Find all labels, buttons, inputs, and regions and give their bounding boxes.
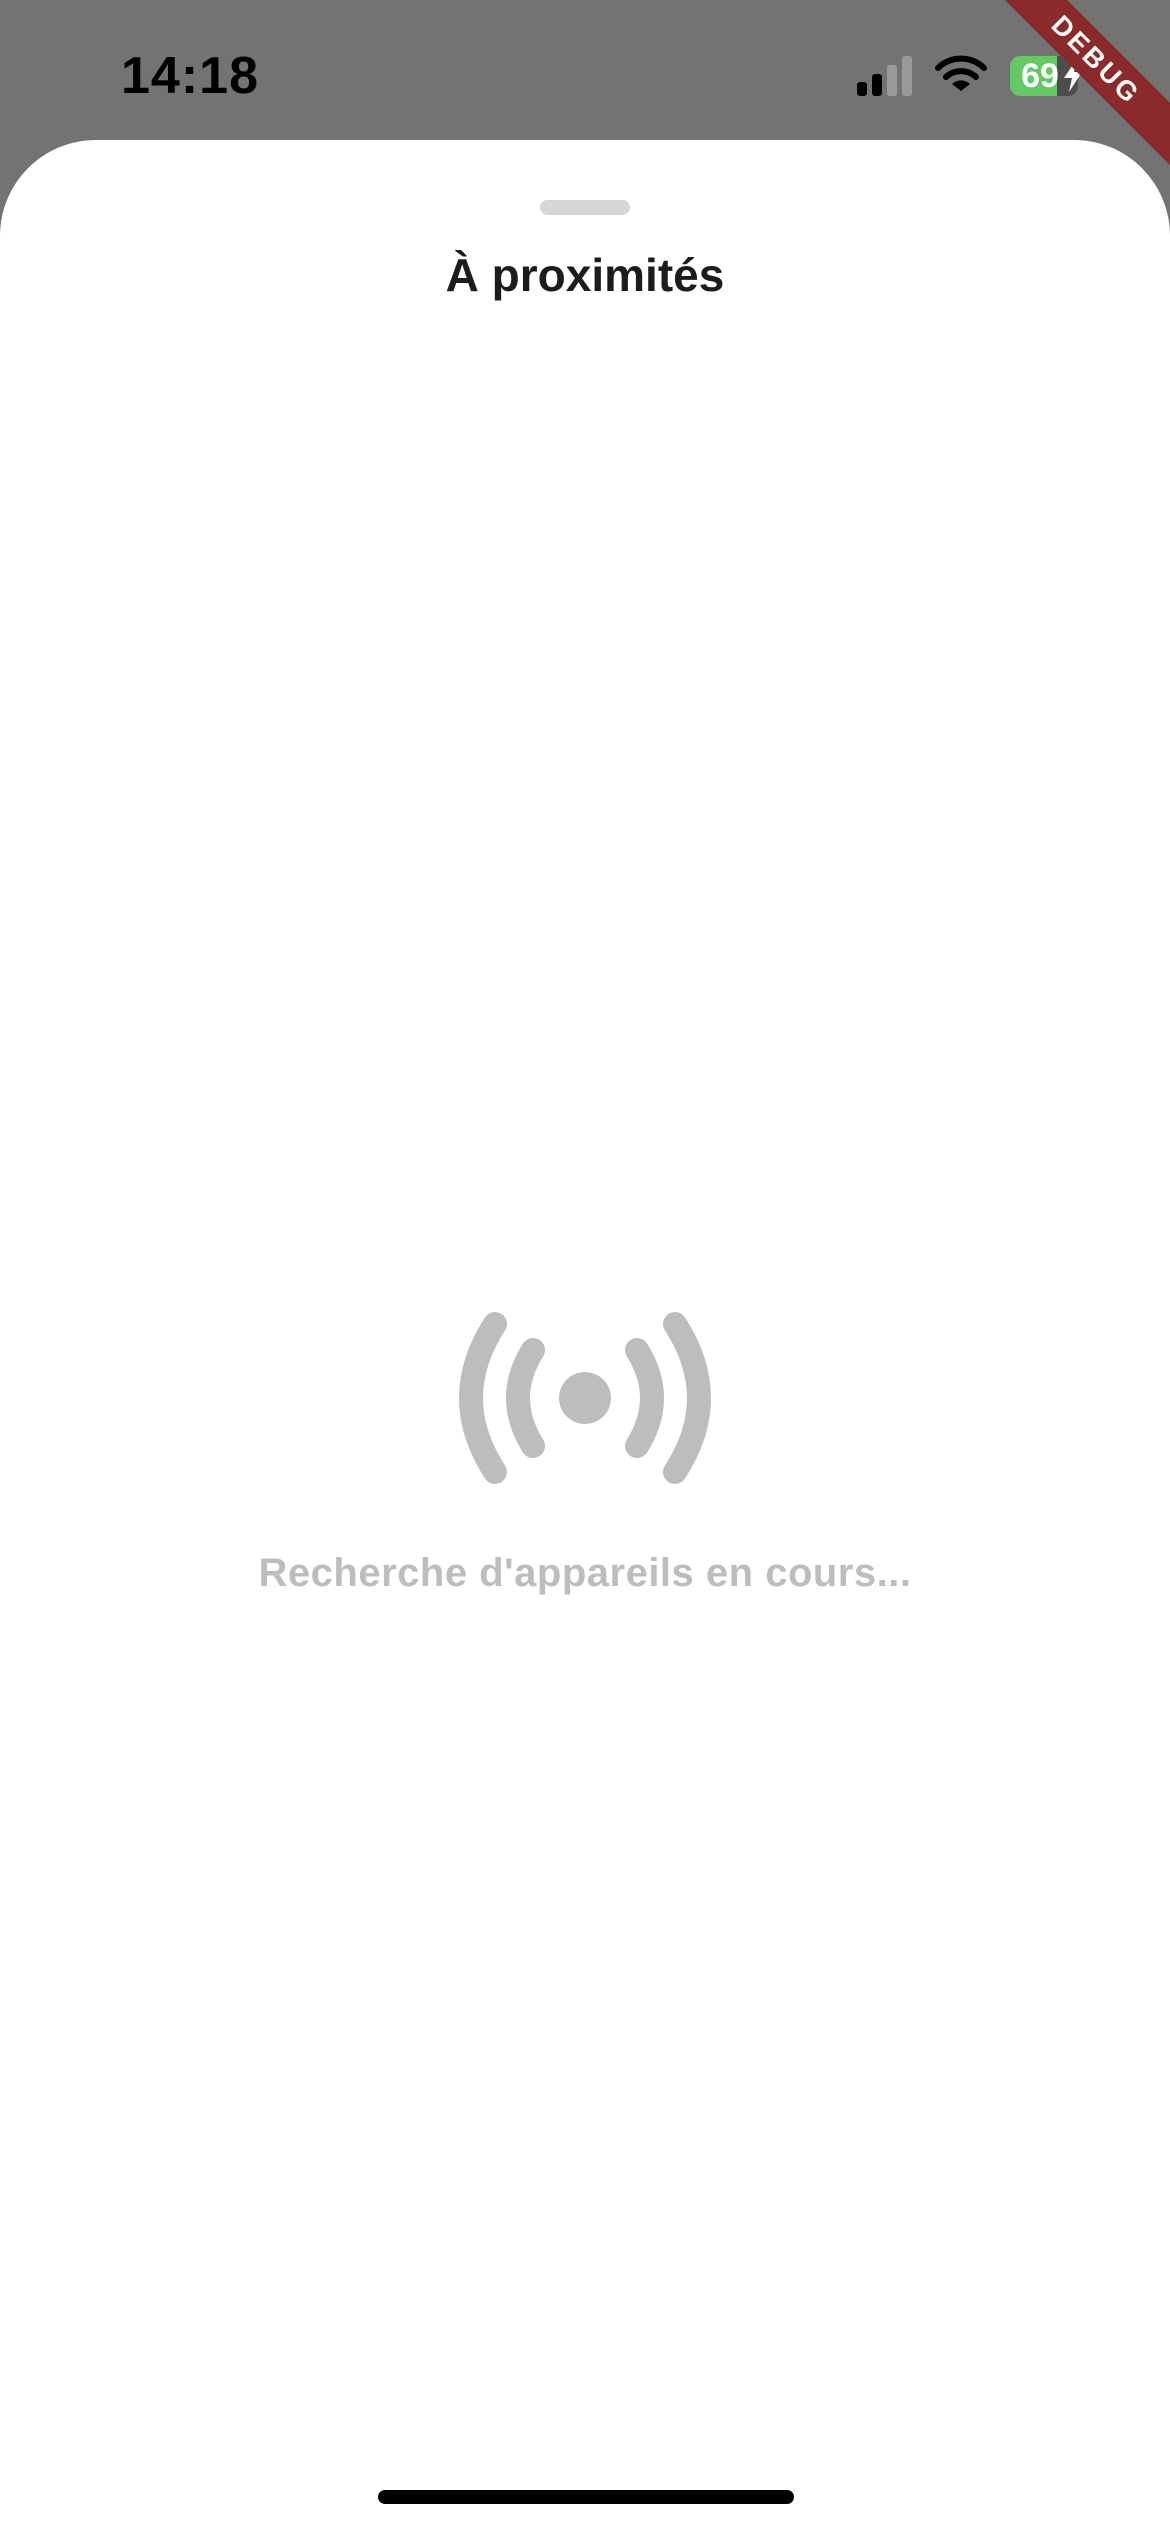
sheet-title: À proximités <box>445 249 725 301</box>
sheet-drag-handle[interactable] <box>540 200 630 215</box>
wifi-icon <box>935 55 987 91</box>
cellular-signal-icon <box>857 56 912 96</box>
battery-level: 69 <box>1021 57 1059 95</box>
status-bar: 14:18 69 <box>0 0 1170 140</box>
bottom-sheet: À proximités Recherche d'appareils en co… <box>0 140 1170 2532</box>
broadcast-icon <box>459 1312 711 1484</box>
home-indicator[interactable] <box>378 2490 794 2504</box>
screen: 14:18 69 DEBUG À proximités Recherche d'… <box>0 0 1170 2532</box>
scan-status-text: Recherche d'appareils en cours... <box>258 1551 912 1595</box>
status-time: 14:18 <box>121 47 259 105</box>
